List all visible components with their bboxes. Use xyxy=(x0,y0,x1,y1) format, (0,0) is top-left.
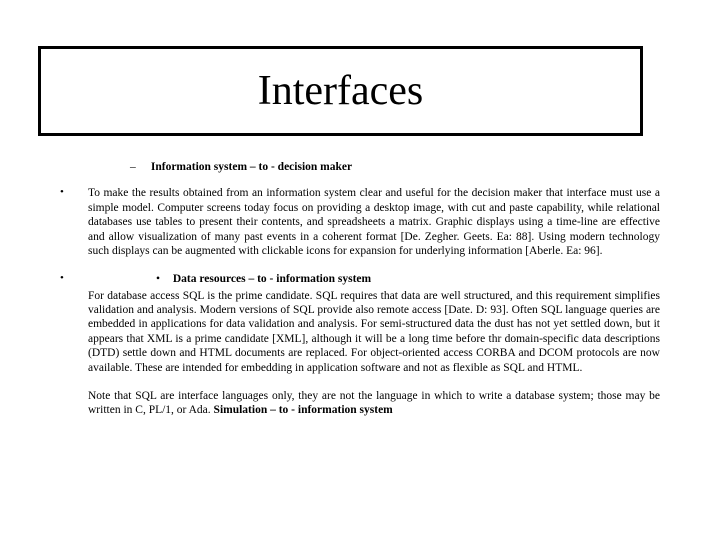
dash-bullet: – xyxy=(130,160,148,174)
paragraph-1: To make the results obtained from an inf… xyxy=(88,186,660,258)
title-frame: Interfaces xyxy=(38,46,643,136)
note-bold: Simulation – to - information system xyxy=(214,404,393,416)
bullet-item-2: • • Data resources – to - information sy… xyxy=(60,272,660,375)
paragraph-2: For database access SQL is the prime can… xyxy=(88,289,660,375)
content-area: – Information system – to - decision mak… xyxy=(60,160,660,418)
bullet-item-1: • To make the results obtained from an i… xyxy=(60,186,660,258)
subheading-1: – Information system – to - decision mak… xyxy=(130,160,660,174)
page-title: Interfaces xyxy=(41,67,640,115)
bullet-dot: • xyxy=(60,272,88,375)
bullet-dot: • xyxy=(60,186,88,258)
subheading-2-label: Data resources – to - information system xyxy=(173,273,371,285)
subheading-1-label: Information system – to - decision maker xyxy=(151,161,352,173)
note-paragraph: Note that SQL are interface languages on… xyxy=(88,389,660,418)
subheading-2: • Data resources – to - information syst… xyxy=(156,272,660,286)
dot-bullet: • xyxy=(156,272,170,286)
